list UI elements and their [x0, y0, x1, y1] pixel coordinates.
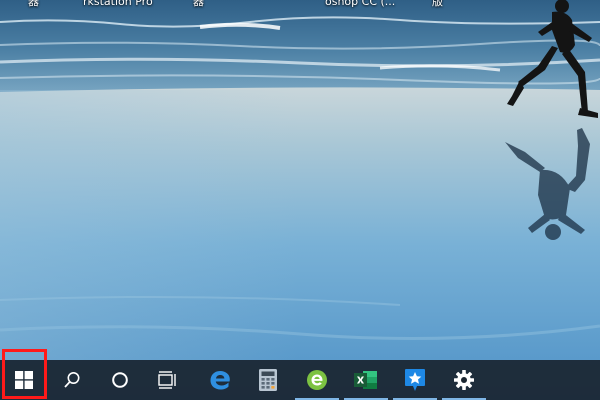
search-button[interactable] [48, 360, 96, 400]
desktop-icon-label[interactable]: oshop CC (... [325, 0, 395, 9]
excel-icon [354, 369, 378, 391]
desktop-icon-label[interactable]: 器 [193, 0, 204, 9]
green-e-browser-button[interactable] [293, 360, 341, 400]
task-view-button[interactable] [144, 360, 192, 400]
calculator-icon [259, 369, 277, 391]
blue-star-app-button[interactable] [391, 360, 439, 400]
desktop-icon-labels: 器 rkstation Pro 器 oshop CC (... 版 [0, 0, 600, 24]
settings-button[interactable] [440, 360, 488, 400]
cortana-button[interactable] [96, 360, 144, 400]
blue-star-app-icon [404, 368, 426, 392]
windows-logo-icon [15, 371, 33, 389]
excel-button[interactable] [342, 360, 390, 400]
desktop-icon-label[interactable]: rkstation Pro [83, 0, 153, 9]
gear-icon [453, 369, 475, 391]
desktop-icon-label[interactable]: 版 [432, 0, 443, 9]
desktop-icon-label[interactable]: 器 [28, 0, 39, 9]
green-e-browser-icon [306, 369, 328, 391]
wallpaper [0, 0, 600, 400]
search-icon [63, 371, 81, 389]
taskbar [0, 360, 600, 400]
task-view-icon [158, 371, 178, 389]
edge-browser-icon [209, 369, 231, 391]
start-button[interactable] [0, 360, 48, 400]
desktop: 器 rkstation Pro 器 oshop CC (... 版 [0, 0, 600, 400]
calculator-button[interactable] [244, 360, 292, 400]
edge-browser-button[interactable] [196, 360, 244, 400]
cortana-circle-icon [111, 371, 129, 389]
